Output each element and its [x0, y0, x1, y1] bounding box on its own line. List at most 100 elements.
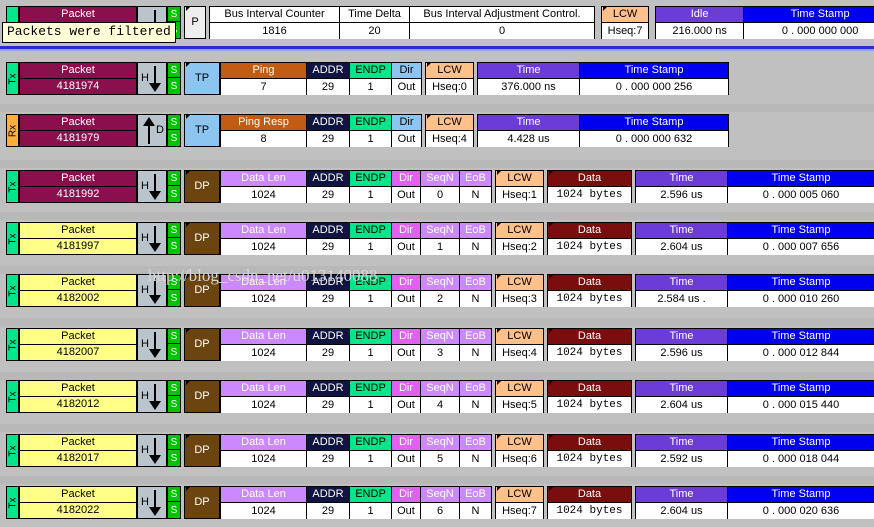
- time-group[interactable]: Time 2.584 us . Time Stamp 0 . 000 010 260: [635, 274, 874, 307]
- dir-field[interactable]: Dir Out: [392, 275, 421, 307]
- packet-row[interactable]: Tx Packet 4182022 H S S DP Data Len 1024 ADDR 29 EN…: [0, 486, 874, 519]
- row-lcw-block[interactable]: LCW Hseq:2: [495, 222, 544, 255]
- addr-field[interactable]: ADDR 29: [307, 275, 350, 307]
- row-tag-tp[interactable]: TP: [184, 114, 220, 147]
- time-delta-field[interactable]: Time Delta 20: [340, 7, 410, 39]
- dir-field[interactable]: Dir Out: [392, 115, 421, 147]
- time-group[interactable]: Time 2.604 us Time Stamp 0 . 000 007 656: [635, 222, 874, 255]
- row-tag-dp[interactable]: DP: [184, 486, 220, 519]
- row-packet-block[interactable]: Packet 4181979: [19, 114, 137, 147]
- idle-timestamp-group[interactable]: Idle 216.000 ns Time Stamp 0 . 000 000 0…: [655, 6, 874, 39]
- dir-field[interactable]: Dir Out: [392, 435, 421, 467]
- row-data-block[interactable]: Data 1024 bytes: [547, 222, 632, 255]
- packet-row[interactable]: Tx Packet 4182017 H S S DP Data Len 1024 ADDR 29 EN…: [0, 434, 874, 467]
- endp-field[interactable]: ENDP 1: [350, 435, 392, 467]
- row-tag-dp[interactable]: DP: [184, 434, 220, 467]
- row-data-block[interactable]: Data 1024 bytes: [547, 486, 632, 519]
- addr-field[interactable]: ADDR 29: [307, 435, 350, 467]
- packet-row[interactable]: Tx Packet 4181997 H S S DP Data Len 1024 ADDR 29 EN…: [0, 222, 874, 255]
- eob-field[interactable]: EoB N: [460, 171, 491, 203]
- time-group[interactable]: Time 2.592 us Time Stamp 0 . 000 018 044: [635, 434, 874, 467]
- timestamp-field[interactable]: Time Stamp 0 . 000 018 044: [728, 435, 874, 467]
- timestamp-field[interactable]: Time Stamp 0 . 000 000 632: [580, 115, 728, 147]
- timestamp-field[interactable]: Time Stamp 0 . 000 020 636: [728, 487, 874, 519]
- data-len-field[interactable]: Data Len 1024: [221, 487, 307, 519]
- dir-field[interactable]: Dir Out: [392, 171, 421, 203]
- data-len-field[interactable]: Data Len 1024: [221, 171, 307, 203]
- row-lcw-block[interactable]: LCW Hseq:4: [495, 328, 544, 361]
- dir-field[interactable]: Dir Out: [392, 223, 421, 255]
- timestamp-field[interactable]: Time Stamp 0 . 000 000 256: [580, 63, 728, 95]
- row-lcw-block[interactable]: LCW Hseq:1: [495, 170, 544, 203]
- bus-info-group[interactable]: Bus Interval Counter 1816 Time Delta 20 …: [209, 6, 595, 39]
- row-lcw-block[interactable]: LCW Hseq:3: [495, 274, 544, 307]
- time-field[interactable]: Time 4.428 us: [478, 115, 580, 147]
- addr-field[interactable]: ADDR 29: [307, 115, 350, 147]
- packet-row[interactable]: Tx Packet 4182002 H S S DP Data Len 1024 ADDR 29 EN…: [0, 274, 874, 307]
- timestamp-field[interactable]: Time Stamp 0 . 000 005 060: [728, 171, 874, 203]
- token-packet-group[interactable]: Ping Resp 8 ADDR 29 ENDP 1 Dir Out: [220, 114, 422, 147]
- row-packet-block[interactable]: Packet 4182017: [19, 434, 137, 467]
- packet-row[interactable]: Tx Packet 4182012 H S S DP Data Len 1024 ADDR 29 EN…: [0, 380, 874, 413]
- row-lcw-block[interactable]: LCW Hseq:6: [495, 434, 544, 467]
- addr-field[interactable]: ADDR 29: [307, 487, 350, 519]
- seqn-field[interactable]: SeqN 3: [421, 329, 460, 361]
- row-lcw-block[interactable]: LCW Hseq:0: [425, 62, 474, 95]
- data-len-field[interactable]: Data Len 1024: [221, 435, 307, 467]
- timestamp-field[interactable]: Time Stamp 0 . 000 012 844: [728, 329, 874, 361]
- addr-field[interactable]: ADDR 29: [307, 171, 350, 203]
- seqn-field[interactable]: SeqN 6: [421, 487, 460, 519]
- row-tag-dp[interactable]: DP: [184, 328, 220, 361]
- row-lcw-block[interactable]: LCW Hseq:5: [495, 380, 544, 413]
- row-packet-block[interactable]: Packet 4181992: [19, 170, 137, 203]
- row-lcw-block[interactable]: LCW Hseq:7: [495, 486, 544, 519]
- data-packet-group[interactable]: Data Len 1024 ADDR 29 ENDP 1 Dir Out SeqN 6 EoB N: [220, 486, 492, 519]
- header-timestamp-field[interactable]: Time Stamp 0 . 000 000 000: [744, 7, 874, 39]
- dir-field[interactable]: Dir Out: [392, 487, 421, 519]
- eob-field[interactable]: EoB N: [460, 275, 491, 307]
- dir-field[interactable]: Dir Out: [392, 63, 421, 95]
- endp-field[interactable]: ENDP 1: [350, 171, 392, 203]
- row-packet-block[interactable]: Packet 4182007: [19, 328, 137, 361]
- data-packet-group[interactable]: Data Len 1024 ADDR 29 ENDP 1 Dir Out SeqN 2 EoB N: [220, 274, 492, 307]
- timestamp-field[interactable]: Time Stamp 0 . 000 007 656: [728, 223, 874, 255]
- data-packet-group[interactable]: Data Len 1024 ADDR 29 ENDP 1 Dir Out SeqN 4 EoB N: [220, 380, 492, 413]
- packet-row[interactable]: Tx Packet 4181974 H S S TP Ping 7 ADDR 29 ENDP 1 Dir O…: [0, 62, 874, 95]
- row-packet-block[interactable]: Packet 4182022: [19, 486, 137, 519]
- endp-field[interactable]: ENDP 1: [350, 223, 392, 255]
- seqn-field[interactable]: SeqN 1: [421, 223, 460, 255]
- packet-row[interactable]: Rx Packet 4181979 D S S TP Ping Resp 8 ADDR 29 ENDP…: [0, 114, 874, 147]
- addr-field[interactable]: ADDR 29: [307, 223, 350, 255]
- row-packet-block[interactable]: Packet 4181997: [19, 222, 137, 255]
- packet-row[interactable]: Tx Packet 4182007 H S S DP Data Len 1024 ADDR 29 EN…: [0, 328, 874, 361]
- eob-field[interactable]: EoB N: [460, 329, 491, 361]
- time-group[interactable]: Time 2.596 us Time Stamp 0 . 000 012 844: [635, 328, 874, 361]
- row-tag-dp[interactable]: DP: [184, 170, 220, 203]
- row-tag-dp[interactable]: DP: [184, 380, 220, 413]
- endp-field[interactable]: ENDP 1: [350, 115, 392, 147]
- seqn-field[interactable]: SeqN 4: [421, 381, 460, 413]
- row-lcw-block[interactable]: LCW Hseq:4: [425, 114, 474, 147]
- row-tag-dp[interactable]: DP: [184, 222, 220, 255]
- timestamp-field[interactable]: Time Stamp 0 . 000 015 440: [728, 381, 874, 413]
- row-tag-tp[interactable]: TP: [184, 62, 220, 95]
- seqn-field[interactable]: SeqN 2: [421, 275, 460, 307]
- bus-interval-counter-field[interactable]: Bus Interval Counter 1816: [210, 7, 340, 39]
- eob-field[interactable]: EoB N: [460, 487, 491, 519]
- pid-field[interactable]: Ping Resp 8: [221, 115, 307, 147]
- data-packet-group[interactable]: Data Len 1024 ADDR 29 ENDP 1 Dir Out SeqN 5 EoB N: [220, 434, 492, 467]
- timestamp-field[interactable]: Time Stamp 0 . 000 010 260: [728, 275, 874, 307]
- row-packet-block[interactable]: Packet 4182002: [19, 274, 137, 307]
- data-packet-group[interactable]: Data Len 1024 ADDR 29 ENDP 1 Dir Out SeqN 1 EoB N: [220, 222, 492, 255]
- header-tag-p[interactable]: P: [184, 6, 206, 39]
- endp-field[interactable]: ENDP 1: [350, 487, 392, 519]
- time-field[interactable]: Time 2.596 us: [636, 171, 728, 203]
- token-packet-group[interactable]: Ping 7 ADDR 29 ENDP 1 Dir Out: [220, 62, 422, 95]
- row-data-block[interactable]: Data 1024 bytes: [547, 328, 632, 361]
- row-data-block[interactable]: Data 1024 bytes: [547, 434, 632, 467]
- data-len-field[interactable]: Data Len 1024: [221, 381, 307, 413]
- addr-field[interactable]: ADDR 29: [307, 329, 350, 361]
- time-field[interactable]: Time 2.592 us: [636, 435, 728, 467]
- time-group[interactable]: Time 2.604 us Time Stamp 0 . 000 020 636: [635, 486, 874, 519]
- row-packet-block[interactable]: Packet 4181974: [19, 62, 137, 95]
